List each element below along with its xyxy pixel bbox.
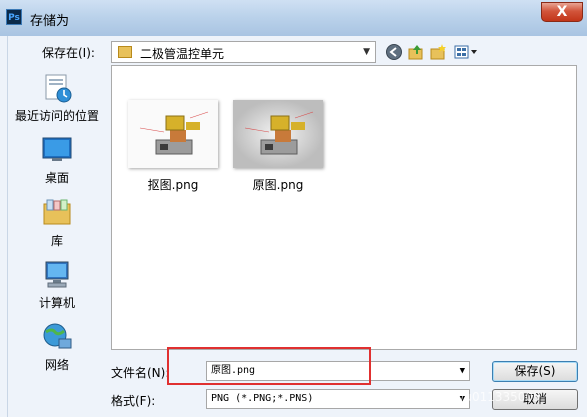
close-button[interactable]: X <box>541 2 583 22</box>
file-thumbnail-yuantu[interactable] <box>233 100 323 168</box>
places-bar: 最近访问的位置 桌面 库 计算机 网络 <box>8 65 106 417</box>
title-bar[interactable]: Ps 存储为 X <box>0 0 587 36</box>
file-name-label: 原图.png <box>252 178 304 192</box>
view-menu-icon[interactable] <box>453 43 479 61</box>
place-label: 网络 <box>44 358 69 372</box>
current-folder-name: 二极管温控单元 <box>140 47 225 61</box>
save-as-dialog: Ps 存储为 X 保存在(I): 二极管温控单元 ▼ 最近访问的位置 桌面 库 … <box>0 0 587 417</box>
place-recent[interactable]: 最近访问的位置 <box>8 73 106 124</box>
back-icon[interactable] <box>385 43 403 61</box>
place-computer[interactable]: 计算机 <box>8 260 106 311</box>
photoshop-icon: Ps <box>6 9 22 25</box>
file-name-label: 抠图.png <box>147 178 199 192</box>
place-label: 计算机 <box>38 296 75 310</box>
place-network[interactable]: 网络 <box>8 322 106 373</box>
recent-places-icon <box>40 73 74 103</box>
save-button[interactable]: 保存(S) <box>492 361 578 382</box>
window-edge <box>0 36 8 417</box>
watermark-text: https://blog.csdn.net/u011335009 <box>336 390 541 404</box>
network-icon <box>40 322 74 352</box>
desktop-icon <box>40 135 74 165</box>
place-label: 库 <box>50 234 63 248</box>
format-value: PNG (*.PNG;*.PNS) <box>211 393 314 404</box>
place-desktop[interactable]: 桌面 <box>8 135 106 186</box>
place-label: 最近访问的位置 <box>14 109 99 123</box>
chevron-down-icon[interactable]: ▼ <box>363 47 370 57</box>
up-folder-icon[interactable] <box>407 43 425 61</box>
format-label: 格式(F): <box>111 394 156 408</box>
folder-icon <box>118 46 132 58</box>
chevron-down-icon[interactable]: ▼ <box>460 362 465 380</box>
file-thumbnail-koutu[interactable] <box>128 100 218 168</box>
new-folder-icon[interactable] <box>429 43 447 61</box>
annotation-highlight-box <box>167 347 371 385</box>
save-in-combo[interactable]: 二极管温控单元 ▼ <box>111 41 376 63</box>
window-title: 存储为 <box>30 14 70 29</box>
library-icon <box>40 198 74 228</box>
filename-label: 文件名(N): <box>111 366 170 380</box>
place-library[interactable]: 库 <box>8 198 106 249</box>
computer-icon <box>40 260 74 290</box>
save-in-label: 保存在(I): <box>42 46 95 60</box>
place-label: 桌面 <box>44 171 69 185</box>
file-list[interactable]: 抠图.png 原图.png <box>111 65 577 350</box>
